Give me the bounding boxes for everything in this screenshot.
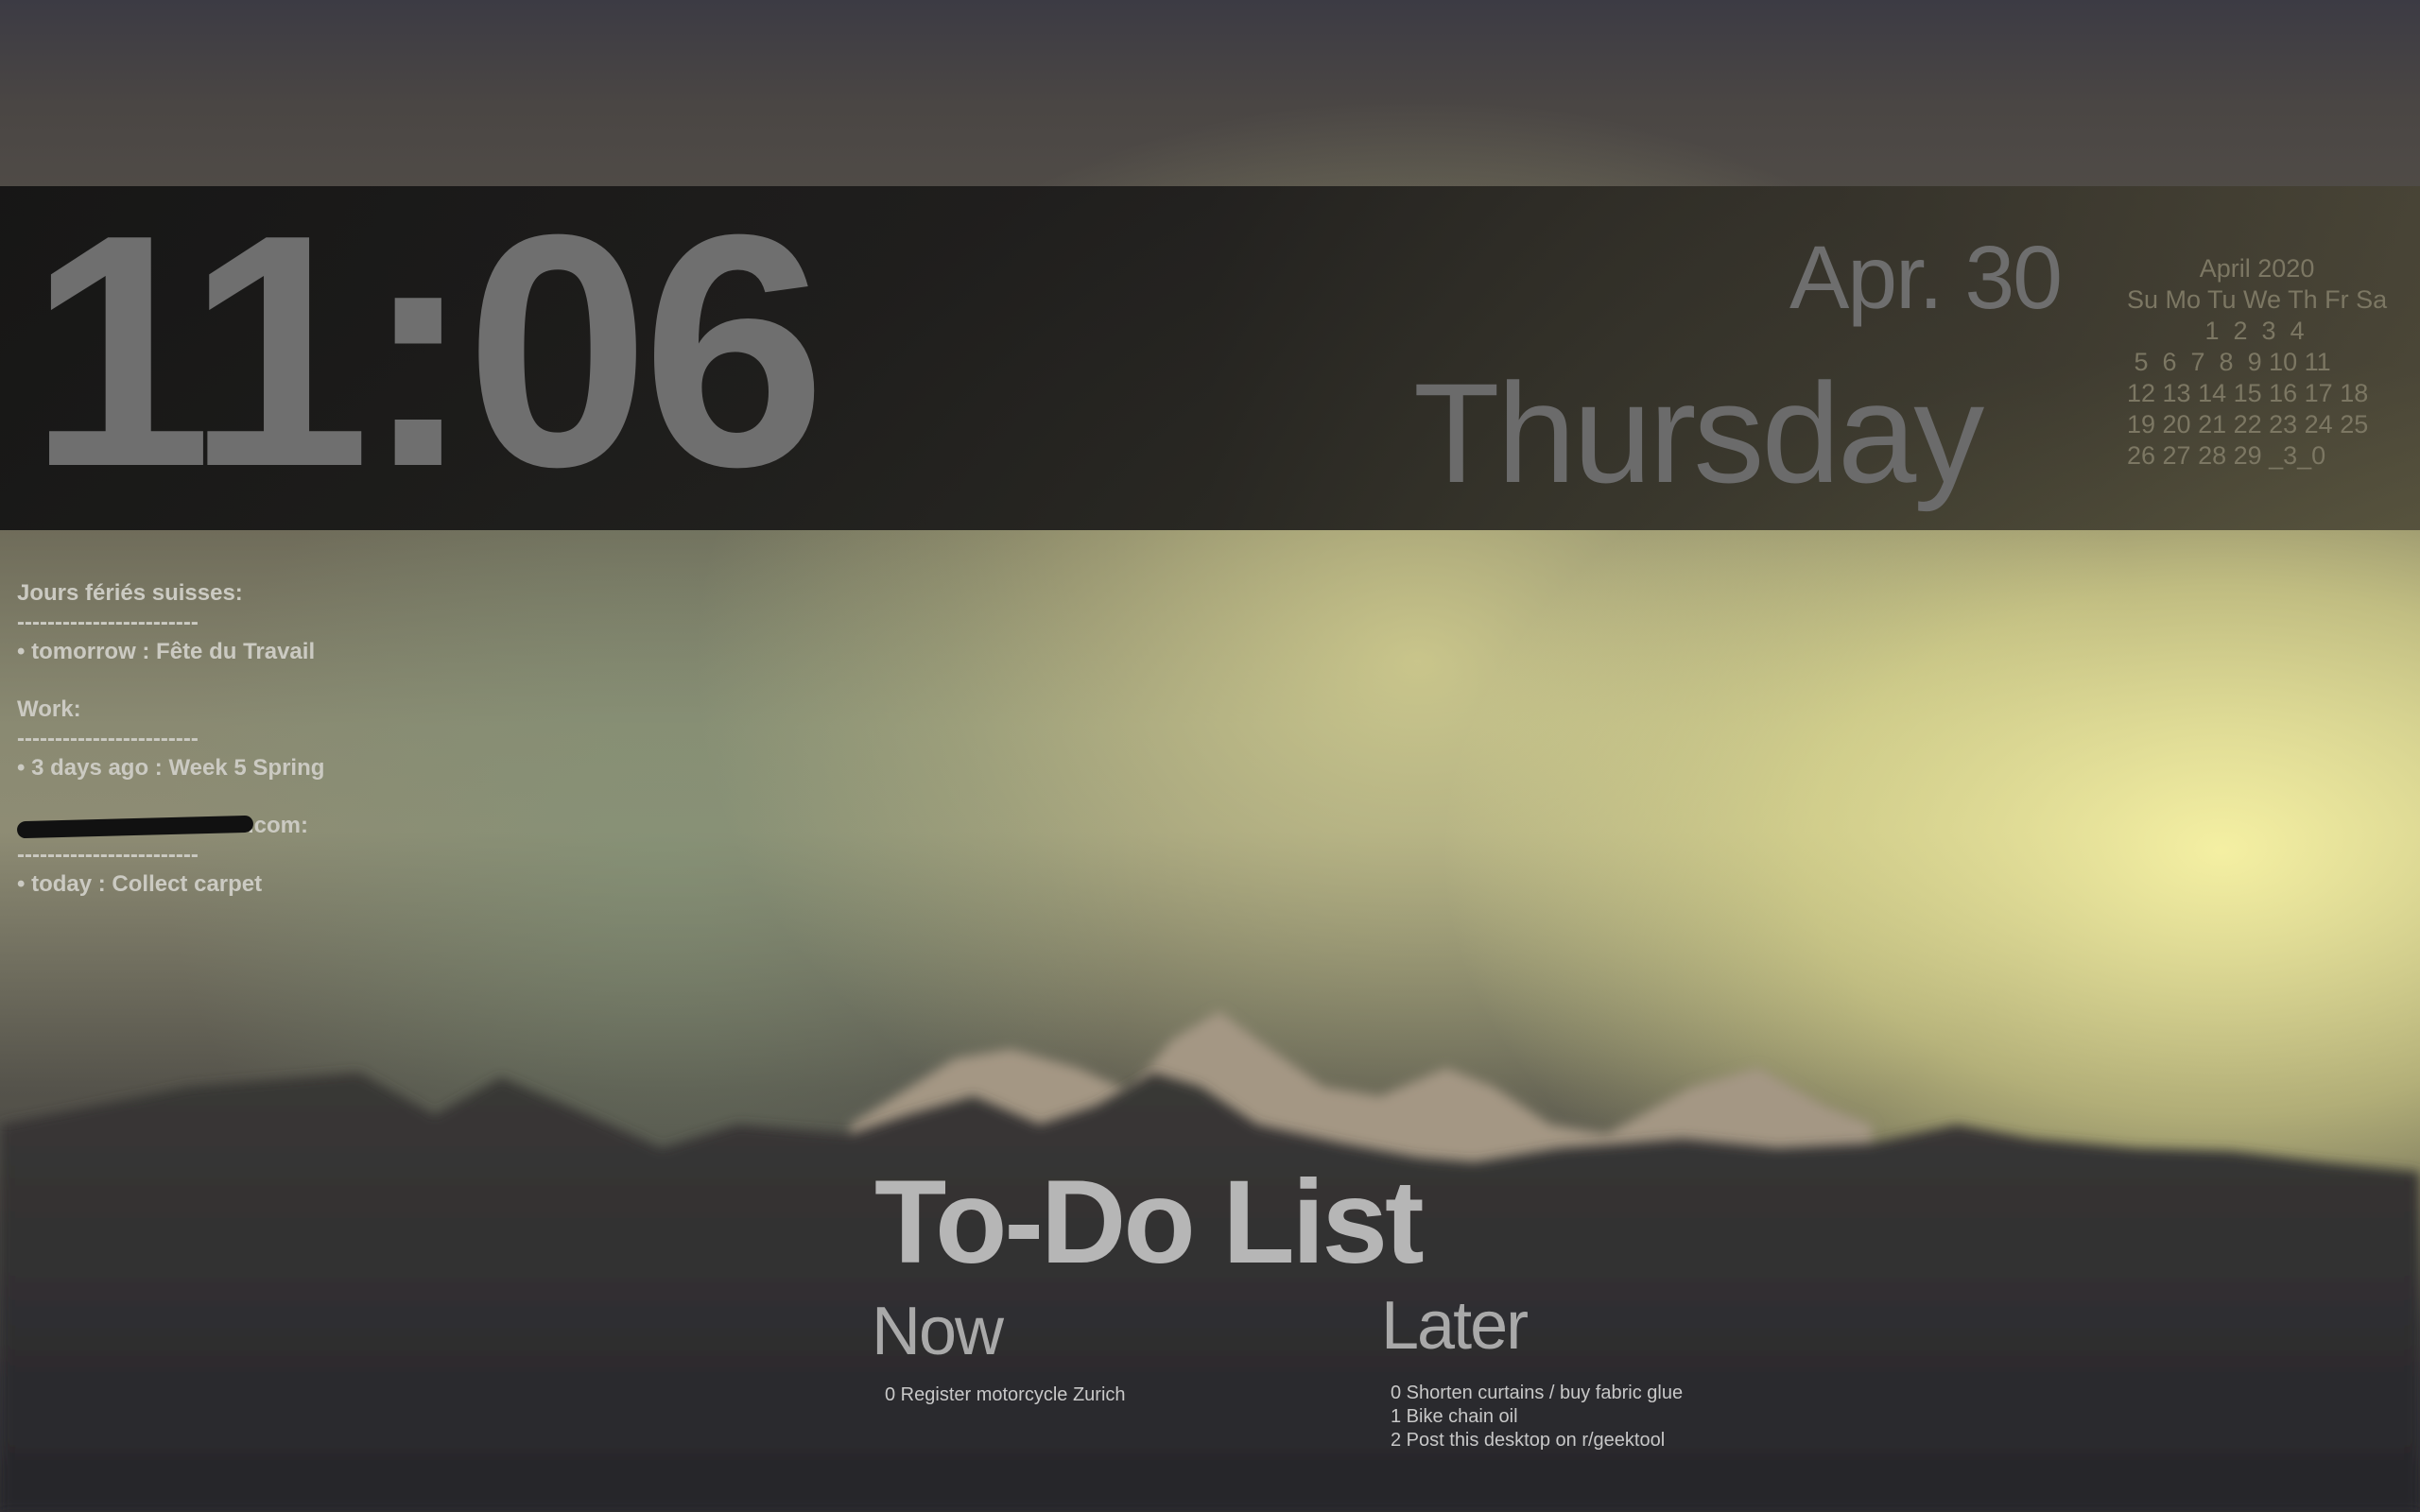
calendar-title: April 2020 xyxy=(2199,254,2315,283)
mini-calendar: April 2020 Su Mo Tu We Th Fr Sa 1 2 3 4 … xyxy=(2127,253,2387,472)
todo-now-heading: Now xyxy=(872,1294,1004,1369)
redaction-mark xyxy=(16,815,254,838)
todo-item: 1 Bike chain oil xyxy=(1391,1406,1518,1427)
clock-time: 11:06 xyxy=(28,166,826,536)
calendar-week-row: 12 13 14 15 16 17 18 xyxy=(2127,379,2369,407)
date-display: Apr. 30 xyxy=(1789,228,2063,328)
event-item: • 3 days ago : Week 5 Spring xyxy=(17,755,325,781)
calendar-week-row: 5 6 7 8 9 10 11 xyxy=(2127,348,2331,376)
event-group-title: Work: xyxy=(17,696,81,722)
event-group-title: .com: xyxy=(248,813,309,838)
event-group-holidays: Jours fériés suisses: ------------------… xyxy=(17,578,324,666)
todo-later-heading: Later xyxy=(1381,1288,1529,1364)
todo-item: 2 Post this desktop on r/geektool xyxy=(1391,1430,1666,1451)
calendar-week-row: 1 2 3 4 xyxy=(2127,317,2305,345)
todo-item: 0 Register motorcycle Zurich xyxy=(885,1384,1126,1405)
event-group-separator: ------------------------ xyxy=(17,842,199,868)
event-item: • tomorrow : Fête du Travail xyxy=(17,639,316,664)
event-group-title-email: .com: xyxy=(16,811,324,840)
todo-item: 0 Shorten curtains / buy fabric glue xyxy=(1391,1383,1684,1403)
event-group-email: .com: ------------------------ • today :… xyxy=(16,811,324,899)
event-group-work: Work: ------------------------ • 3 days … xyxy=(17,695,324,782)
todo-title: To-Do List xyxy=(874,1157,1425,1288)
event-group-separator: ------------------------ xyxy=(17,610,199,635)
event-item: • today : Collect carpet xyxy=(17,871,263,897)
calendar-events: Jours fériés suisses: ------------------… xyxy=(16,578,324,927)
calendar-week-row: 19 20 21 22 23 24 25 xyxy=(2127,410,2369,438)
calendar-week-row: 26 27 28 29 _3_0 xyxy=(2127,441,2326,470)
event-group-separator: ------------------------ xyxy=(17,726,199,751)
todo-later-list: 0 Shorten curtains / buy fabric glue 1 B… xyxy=(1391,1382,1683,1452)
calendar-weekday-header: Su Mo Tu We Th Fr Sa xyxy=(2127,285,2388,314)
todo-now-list: 0 Register motorcycle Zurich xyxy=(885,1383,1126,1407)
weekday-display: Thursday xyxy=(1413,353,1984,512)
event-group-title: Jours fériés suisses: xyxy=(17,580,243,606)
